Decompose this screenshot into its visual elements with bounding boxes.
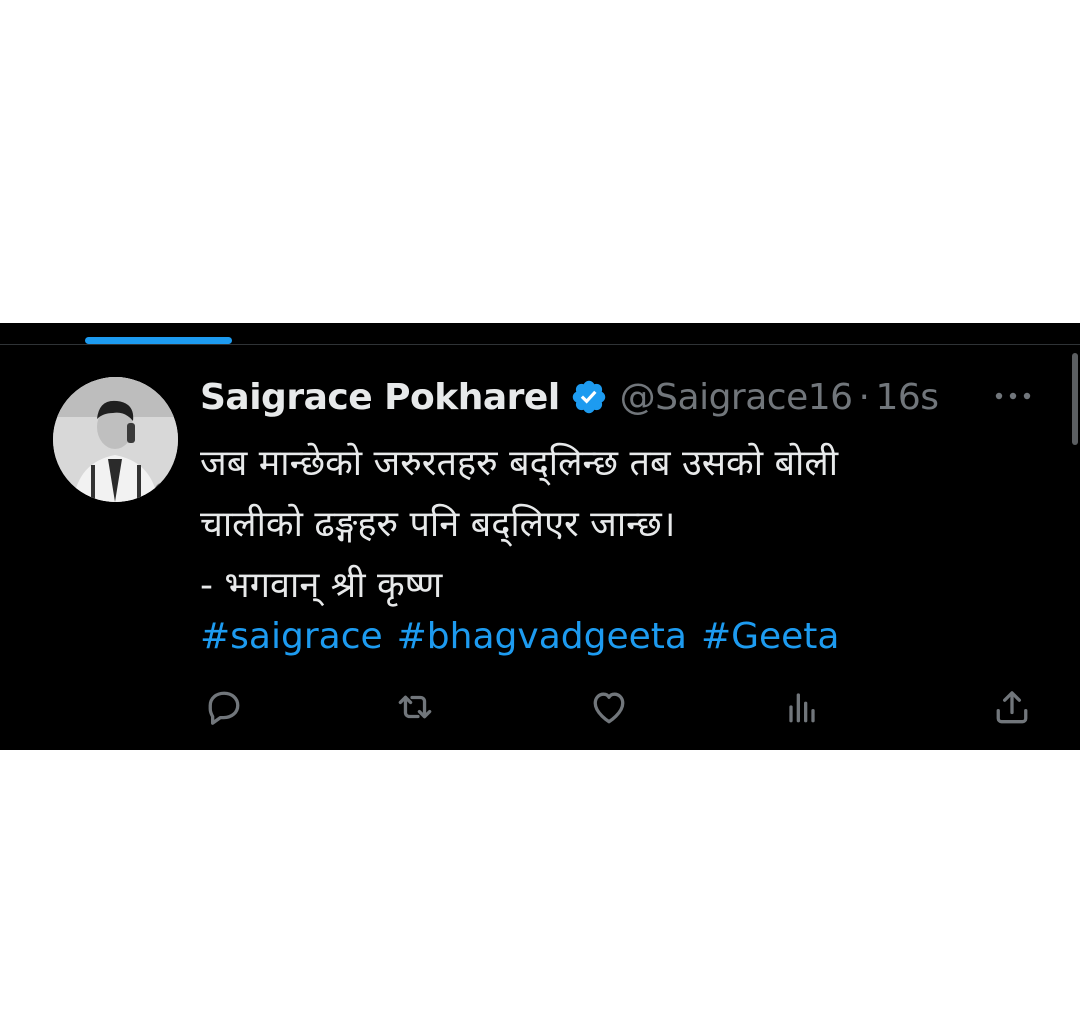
avatar[interactable] bbox=[53, 377, 178, 502]
scrollbar[interactable] bbox=[1072, 353, 1078, 445]
timestamp[interactable]: 16s bbox=[876, 377, 940, 418]
user-handle[interactable]: @Saigrace16 bbox=[620, 377, 853, 418]
tweet-header: Saigrace Pokharel @Saigrace16 · 16s bbox=[200, 371, 939, 423]
tweet-panel: Saigrace Pokharel @Saigrace16 · 16s जब म… bbox=[0, 323, 1080, 750]
tweet-text-line: जब मान्छेको जरुरतहरु बद्लिन्छ तब उसको बो… bbox=[200, 443, 839, 484]
divider bbox=[0, 344, 1080, 345]
more-options-icon[interactable] bbox=[990, 381, 1036, 411]
tweet-text-line: चालीको ढङ्गहरु पनि बद्लिएर जान्छ। bbox=[200, 504, 676, 545]
verified-badge-icon bbox=[570, 378, 608, 416]
like-icon[interactable] bbox=[587, 685, 631, 729]
separator-dot: · bbox=[858, 376, 870, 418]
display-name[interactable]: Saigrace Pokharel bbox=[200, 377, 560, 418]
hashtag-link[interactable]: #saigrace bbox=[200, 616, 383, 657]
tab-active-indicator bbox=[85, 337, 232, 344]
retweet-icon[interactable] bbox=[393, 685, 437, 729]
avatar-photo bbox=[53, 377, 178, 502]
action-bar bbox=[0, 685, 1080, 729]
reply-icon[interactable] bbox=[202, 685, 246, 729]
hashtag-link[interactable]: #bhagvadgeeta bbox=[397, 616, 687, 657]
share-icon[interactable] bbox=[990, 685, 1034, 729]
tweet-text: जब मान्छेको जरुरतहरु बद्लिन्छ तब उसको बो… bbox=[200, 433, 1000, 616]
hashtags: #saigrace #bhagvadgeeta #Geeta bbox=[200, 613, 853, 661]
hashtag-link[interactable]: #Geeta bbox=[701, 616, 840, 657]
tweet-text-line: - भगवान् श्री कृष्ण bbox=[200, 565, 443, 606]
views-icon[interactable] bbox=[780, 685, 824, 729]
